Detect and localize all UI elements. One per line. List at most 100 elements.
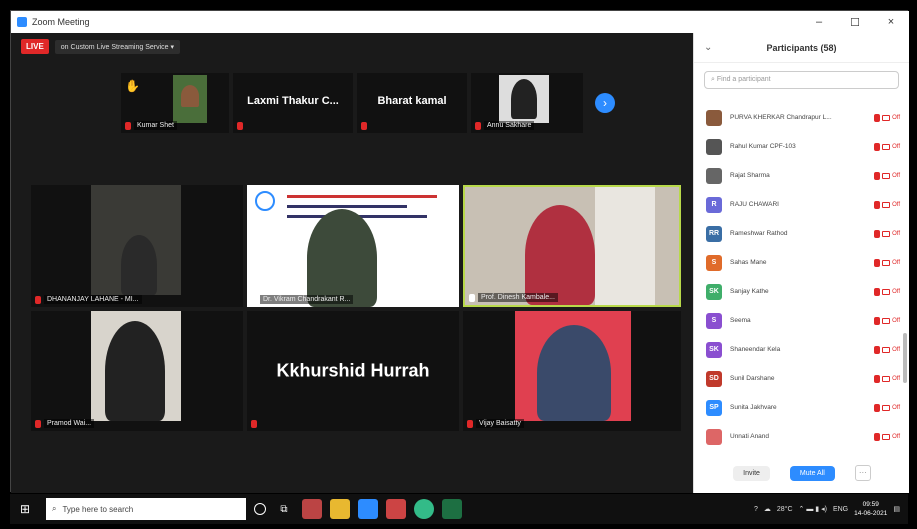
raise-hand-icon: ✋ xyxy=(125,79,140,93)
participant-row[interactable]: S Sahas Mane Off xyxy=(694,248,910,277)
windows-start-icon[interactable]: ⊞ xyxy=(10,494,40,524)
chevron-down-icon[interactable]: ⌄ xyxy=(704,42,712,53)
mic-muted-icon[interactable] xyxy=(874,142,881,151)
participant-row[interactable]: SD Sunil Darshane Off xyxy=(694,364,910,393)
strip-tile[interactable]: ✋ Kumar Shet xyxy=(121,73,229,133)
participant-figure xyxy=(181,85,199,107)
cortana-icon[interactable] xyxy=(254,503,266,515)
scrollbar[interactable] xyxy=(903,333,907,383)
next-page-button[interactable]: › xyxy=(595,93,615,113)
mic-muted-icon xyxy=(467,419,473,428)
participant-row[interactable]: PURVA KHERKAR Chandrapur L... Off xyxy=(694,103,910,132)
avatar xyxy=(706,428,722,445)
participant-name: Shaneendar Kela xyxy=(730,346,781,353)
mic-muted-icon[interactable] xyxy=(874,403,881,412)
video-tile-active-speaker[interactable]: Prof. Dinesh Kambale... xyxy=(463,185,681,307)
video-off-icon[interactable] xyxy=(882,433,891,440)
video-tile[interactable]: Vijay Baisatty xyxy=(463,311,681,431)
video-off-icon[interactable] xyxy=(882,114,891,121)
participant-name: Rameshwar Rathod xyxy=(730,230,788,237)
video-off-icon[interactable] xyxy=(882,201,891,208)
zoom-window: Zoom Meeting – ☐ × LIVE on Custom Live S… xyxy=(10,10,910,493)
mute-all-button[interactable]: Mute All xyxy=(789,465,835,481)
participant-row[interactable]: R RAJU CHAWARI Off xyxy=(694,190,910,219)
participant-name: Rahul Kumar CPF-103 xyxy=(730,143,796,150)
participant-row[interactable]: RR Rameshwar Rathod Off xyxy=(694,219,910,248)
mic-muted-icon[interactable] xyxy=(874,171,881,180)
mic-muted-icon[interactable] xyxy=(874,287,881,296)
invite-button[interactable]: Invite xyxy=(733,465,770,481)
mic-muted-icon[interactable] xyxy=(874,432,881,441)
banner-line xyxy=(287,205,407,208)
participant-row[interactable]: SK Shaneendar Kela Off xyxy=(694,335,910,364)
mic-muted-icon[interactable] xyxy=(874,316,881,325)
chrome-icon[interactable] xyxy=(414,499,434,519)
help-icon[interactable]: ? xyxy=(754,506,758,513)
video-off-icon[interactable] xyxy=(882,259,891,266)
participant-row[interactable]: Rajat Sharma Off xyxy=(694,161,910,190)
mic-muted-icon[interactable] xyxy=(874,374,881,383)
notification-icon[interactable]: ▤ xyxy=(893,505,900,513)
strip-tile[interactable]: Laxmi Thakur C... xyxy=(233,73,353,133)
mic-muted-icon[interactable] xyxy=(874,113,881,122)
video-off-icon[interactable] xyxy=(882,143,891,150)
mute-status: Off xyxy=(892,259,900,266)
live-session-dropdown[interactable]: on Custom Live Streaming Service ▾ xyxy=(54,39,181,54)
video-off-icon[interactable] xyxy=(882,404,891,411)
excel-icon[interactable] xyxy=(442,499,462,519)
video-off-icon[interactable] xyxy=(882,346,891,353)
participant-row[interactable]: S Seema Off xyxy=(694,306,910,335)
more-button[interactable]: ··· xyxy=(854,465,871,481)
mic-muted-icon xyxy=(237,122,243,130)
participant-search-input[interactable]: ⌕ Find a participant xyxy=(704,71,899,89)
clock[interactable]: 09:59 14-06-2021 xyxy=(854,500,887,518)
mic-muted-icon[interactable] xyxy=(874,345,881,354)
mic-muted-icon xyxy=(125,121,131,130)
mute-status: Off xyxy=(892,143,900,150)
taskbar-search-input[interactable]: ⌕ Type here to search xyxy=(46,498,246,520)
video-off-icon[interactable] xyxy=(882,288,891,295)
participant-controls: Off xyxy=(874,345,900,354)
tile-label: Prof. Dinesh Kambale... xyxy=(469,293,558,302)
mic-muted-icon[interactable] xyxy=(874,229,881,238)
participant-name: Sunil Darshane xyxy=(730,375,775,382)
tile-label: Vijay Baisatty xyxy=(467,419,524,428)
strip-tile[interactable]: Bharat kamal xyxy=(357,73,467,133)
video-tile[interactable]: Kkhurshid Hurrah xyxy=(247,311,459,431)
participant-figure xyxy=(537,325,611,421)
maximize-button[interactable]: ☐ xyxy=(837,16,873,29)
tray-icons[interactable]: ⌃ ▬ ▮ ◂) xyxy=(799,505,827,513)
participant-row[interactable]: SK Sanjay Kathe Off xyxy=(694,277,910,306)
file-explorer-icon[interactable] xyxy=(330,499,350,519)
video-tile[interactable]: Dr. Vikram Chandrakant R... xyxy=(247,185,459,307)
participant-list: PURVA KHERKAR Chandrapur L... Off Rahul Ku… xyxy=(694,103,910,451)
task-view-icon[interactable]: ⧉ xyxy=(274,499,294,519)
video-tile[interactable]: Pramod Wai... xyxy=(31,311,243,431)
participant-row[interactable]: Unnati Anand Off xyxy=(694,422,910,451)
close-button[interactable]: × xyxy=(873,16,909,29)
participant-controls: Off xyxy=(874,200,900,209)
video-off-icon[interactable] xyxy=(882,230,891,237)
mic-muted-icon[interactable] xyxy=(874,258,881,267)
mic-muted-icon xyxy=(361,122,367,130)
video-off-icon[interactable] xyxy=(882,317,891,324)
word-icon[interactable] xyxy=(386,499,406,519)
participant-controls: Off xyxy=(874,258,900,267)
language-indicator[interactable]: ENG xyxy=(833,506,848,513)
participant-name: Sanjay Kathe xyxy=(730,288,769,295)
participant-row[interactable]: Rahul Kumar CPF-103 Off xyxy=(694,132,910,161)
video-off-icon[interactable] xyxy=(882,375,891,382)
app-icon[interactable] xyxy=(302,499,322,519)
mic-muted-icon[interactable] xyxy=(874,200,881,209)
minimize-button[interactable]: – xyxy=(801,16,837,29)
avatar: SK xyxy=(706,283,722,300)
mute-status: Off xyxy=(892,404,900,411)
video-tile[interactable]: DHANANJAY LAHANE - MI... xyxy=(31,185,243,307)
zoom-taskbar-icon[interactable] xyxy=(358,499,378,519)
participant-row[interactable]: SP Sunita Jakhvare Off xyxy=(694,393,910,422)
tile-label: Dr. Vikram Chandrakant R... xyxy=(251,295,354,304)
strip-tile[interactable]: Annu Sakhare xyxy=(471,73,583,133)
live-badge: LIVE xyxy=(21,39,49,54)
video-off-icon[interactable] xyxy=(882,172,891,179)
avatar: RR xyxy=(706,225,722,242)
